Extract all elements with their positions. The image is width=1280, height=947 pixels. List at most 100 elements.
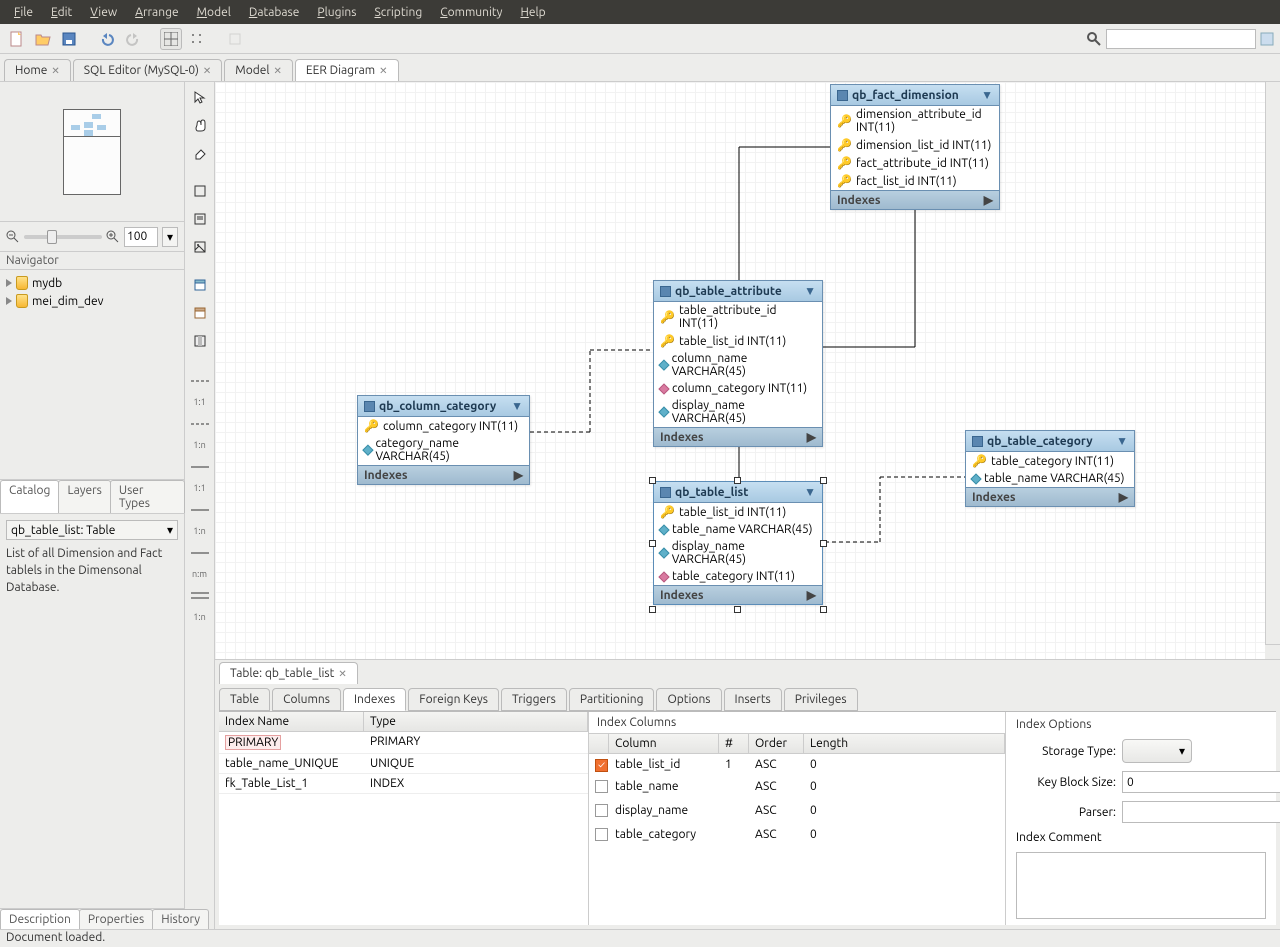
redo-icon[interactable]: [122, 28, 144, 50]
checkbox-icon[interactable]: [595, 804, 608, 817]
tab-catalog[interactable]: Catalog: [0, 480, 59, 513]
layer-tool-icon[interactable]: [189, 180, 211, 202]
index-column-row[interactable]: display_nameASC0: [589, 800, 1005, 824]
menu-edit[interactable]: Edit: [43, 4, 80, 21]
resize-handle[interactable]: [820, 606, 827, 613]
subtab-privileges[interactable]: Privileges: [784, 688, 858, 711]
menu-community[interactable]: Community: [432, 4, 510, 21]
tab-model[interactable]: Model✕: [224, 59, 293, 81]
menu-arrange[interactable]: Arrange: [127, 4, 186, 21]
resize-handle[interactable]: [734, 606, 741, 613]
grid-snap-icon[interactable]: [186, 28, 208, 50]
column-icon: [658, 524, 669, 535]
tab-table-editor[interactable]: Table: qb_table_list✕: [219, 662, 358, 684]
index-column-row[interactable]: table_list_id1ASC0: [589, 754, 1005, 776]
grid-align-icon[interactable]: [160, 28, 182, 50]
save-icon[interactable]: [58, 28, 80, 50]
unknown-icon[interactable]: [224, 28, 246, 50]
menu-plugins[interactable]: Plugins: [309, 4, 364, 21]
rel-n-m-tool-icon[interactable]: [189, 542, 211, 564]
rel-1-1-tool-icon[interactable]: [189, 370, 211, 392]
menu-database[interactable]: Database: [241, 4, 308, 21]
tree-item-mydb[interactable]: mydb: [6, 274, 178, 292]
search-input[interactable]: [1106, 29, 1256, 49]
subtab-options[interactable]: Options: [656, 688, 721, 711]
search-option-icon[interactable]: [1260, 32, 1274, 46]
subtab-table[interactable]: Table: [219, 688, 270, 711]
hand-tool-icon[interactable]: [189, 114, 211, 136]
checkbox-icon[interactable]: [595, 828, 608, 841]
resize-handle[interactable]: [820, 540, 827, 547]
entity-qb-table-category[interactable]: qb_table_category▼ 🔑table_category INT(1…: [965, 430, 1135, 507]
zoom-slider[interactable]: [24, 235, 102, 239]
resize-handle[interactable]: [649, 606, 656, 613]
tab-properties[interactable]: Properties: [79, 909, 153, 929]
entity-qb-column-category[interactable]: qb_column_category▼ 🔑column_category INT…: [357, 395, 530, 485]
index-column-row[interactable]: table_nameASC0: [589, 776, 1005, 800]
parser-input[interactable]: [1122, 801, 1280, 823]
tab-usertypes[interactable]: User Types: [110, 480, 185, 513]
entity-qb-table-list[interactable]: qb_table_list▼ 🔑table_list_id INT(11) ta…: [653, 481, 823, 605]
tab-sqleditor[interactable]: SQL Editor (MySQL-0)✕: [73, 59, 223, 81]
zoom-out-icon[interactable]: [6, 230, 20, 244]
tab-eer-diagram[interactable]: EER Diagram✕: [295, 59, 399, 81]
view-tool-icon[interactable]: [189, 302, 211, 324]
new-file-icon[interactable]: [6, 28, 28, 50]
menu-file[interactable]: File: [6, 4, 41, 21]
subtab-foreignkeys[interactable]: Foreign Keys: [408, 688, 499, 711]
open-file-icon[interactable]: [32, 28, 54, 50]
entity-qb-fact-dimension[interactable]: qb_fact_dimension▼ 🔑dimension_attribute_…: [830, 84, 1000, 210]
tab-layers[interactable]: Layers: [58, 480, 110, 513]
index-row[interactable]: table_name_UNIQUEUNIQUE: [219, 754, 588, 774]
index-column-row[interactable]: table_categoryASC0: [589, 824, 1005, 848]
catalog-tree[interactable]: mydb mei_dim_dev: [0, 270, 184, 480]
subtab-columns[interactable]: Columns: [272, 688, 341, 711]
resize-handle[interactable]: [820, 477, 827, 484]
image-tool-icon[interactable]: [189, 236, 211, 258]
note-tool-icon[interactable]: [189, 208, 211, 230]
index-row[interactable]: PRIMARYPRIMARY: [219, 732, 588, 754]
zoom-in-icon[interactable]: [106, 230, 120, 244]
table-tool-icon[interactable]: [189, 274, 211, 296]
key-block-size-input[interactable]: [1122, 771, 1280, 793]
navigator-preview[interactable]: [0, 82, 184, 222]
object-combo[interactable]: qb_table_list: Table▾: [6, 520, 178, 540]
tree-item-meidimdev[interactable]: mei_dim_dev: [6, 292, 178, 310]
rel-1-n-tool-icon[interactable]: [189, 413, 211, 435]
zoom-dropdown[interactable]: ▾: [162, 227, 178, 247]
pointer-tool-icon[interactable]: [189, 86, 211, 108]
menu-model[interactable]: Model: [189, 4, 239, 21]
eraser-tool-icon[interactable]: [189, 142, 211, 164]
rel-1-n-id-tool-icon[interactable]: [189, 499, 211, 521]
routine-tool-icon[interactable]: [189, 330, 211, 352]
resize-handle[interactable]: [649, 477, 656, 484]
subtab-inserts[interactable]: Inserts: [724, 688, 782, 711]
sidebar-tabs: Catalog Layers User Types: [0, 480, 184, 514]
subtab-partitioning[interactable]: Partitioning: [569, 688, 655, 711]
subtab-indexes[interactable]: Indexes: [343, 688, 406, 711]
index-comment-input[interactable]: [1016, 852, 1266, 919]
index-list[interactable]: Index NameType PRIMARYPRIMARY table_name…: [219, 712, 589, 925]
tab-description[interactable]: Description: [0, 909, 80, 929]
menu-scripting[interactable]: Scripting: [366, 4, 430, 21]
index-row[interactable]: fk_Table_List_1INDEX: [219, 774, 588, 794]
rel-1-1-id-tool-icon[interactable]: [189, 456, 211, 478]
search-icon[interactable]: [1086, 31, 1102, 47]
resize-handle[interactable]: [734, 477, 741, 484]
toolbar: [0, 24, 1280, 54]
storage-type-select[interactable]: ▾: [1122, 739, 1192, 763]
resize-handle[interactable]: [649, 540, 656, 547]
subtab-triggers[interactable]: Triggers: [501, 688, 567, 711]
rel-existing-tool-icon[interactable]: [189, 585, 211, 607]
table-icon: [660, 487, 671, 498]
eer-canvas[interactable]: qb_fact_dimension▼ 🔑dimension_attribute_…: [215, 82, 1265, 659]
tab-home[interactable]: Home✕: [4, 59, 71, 81]
menu-view[interactable]: View: [82, 4, 125, 21]
entity-qb-table-attribute[interactable]: qb_table_attribute▼ 🔑table_attribute_id …: [653, 280, 823, 447]
menu-help[interactable]: Help: [512, 4, 553, 21]
zoom-input[interactable]: [124, 227, 158, 247]
checkbox-icon[interactable]: [595, 780, 608, 793]
checkbox-icon[interactable]: [595, 759, 608, 772]
undo-icon[interactable]: [96, 28, 118, 50]
vertical-scrollbar[interactable]: [1265, 82, 1280, 659]
